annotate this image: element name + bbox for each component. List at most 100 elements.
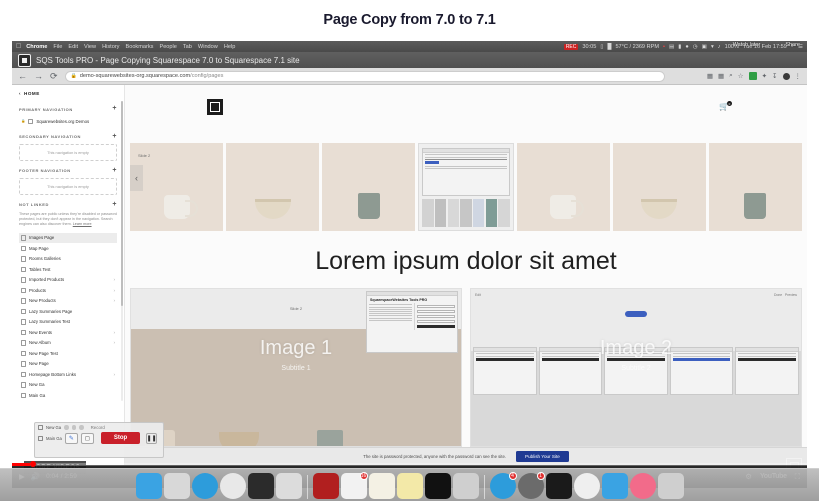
pen-icon[interactable]: ✎ (64, 432, 78, 444)
menu-item-bookmarks[interactable]: Bookmarks (125, 44, 153, 50)
sidebar-item-new-album[interactable]: New Album › (19, 338, 117, 349)
dock-item-system-preferences[interactable]: 1 (517, 472, 545, 499)
back-arrow-icon[interactable]: ← (18, 71, 27, 81)
video-player[interactable]:  Chrome File Edit View History Bookmark… (12, 41, 807, 488)
clock-icon[interactable]: ◷ (693, 44, 698, 50)
gallery-item-mug[interactable]: ‹ Slide 2 (130, 143, 224, 231)
chevron-right-icon[interactable]: › (114, 372, 116, 377)
menu-item-tab[interactable]: Tab (183, 44, 192, 50)
sidebar-item-images-page[interactable]: Images Page (19, 232, 117, 244)
chevron-right-icon[interactable]: › (114, 340, 116, 345)
sidebar-item-imported-products[interactable]: Imported Products › (19, 275, 117, 286)
chevron-left-icon[interactable]: ‹ (130, 165, 143, 191)
menu-item-view[interactable]: View (84, 44, 96, 50)
extension-green-icon[interactable] (748, 72, 757, 80)
extensions-puzzle-icon[interactable]: ✦ (762, 72, 767, 80)
menu-item-people[interactable]: People (159, 44, 176, 50)
sidebar-item-new-page-test[interactable]: New Page Test (19, 348, 117, 359)
sidebar-item-new-page[interactable]: New Page (19, 359, 117, 370)
plus-icon[interactable]: + (112, 133, 117, 140)
dock-item-filezilla[interactable] (312, 473, 339, 499)
gallery-item-bowl-2[interactable] (612, 143, 706, 231)
not-linked-list[interactable]: Images Page Map Page Rooms Galleries Tables… (19, 232, 117, 401)
sidebar-scrollbar[interactable] (121, 101, 123, 401)
dock-item-calendar[interactable]: 16 (340, 472, 368, 499)
reload-icon[interactable]: ⟳ (50, 71, 58, 82)
menu-item-history[interactable]: History (102, 44, 119, 50)
chevron-right-icon[interactable]: › (114, 298, 116, 303)
share-button[interactable]: Share (785, 42, 800, 48)
gallery-item-cup[interactable] (322, 143, 416, 231)
plus-icon[interactable]: + (112, 201, 117, 208)
shopping-cart-icon[interactable]: 🛒 0 (719, 101, 732, 111)
frame-icon[interactable]: ◻ (80, 432, 94, 444)
screen-recorder-widget[interactable]: New Ga Record Main Ga ✎ ◻ Stop ❚❚ (34, 422, 164, 458)
chevron-right-icon[interactable]: › (114, 277, 116, 282)
sidebar-scrollbar-thumb[interactable] (121, 101, 123, 306)
sidebar-item-squarewebsites-demos[interactable]: 🔒 Squarewebsites.org Demos (19, 116, 117, 127)
dock-item-trash[interactable] (657, 473, 684, 499)
address-bar[interactable]: 🔒 demo-squarewebsites-org.squarespace.co… (64, 70, 665, 82)
menu-item-chrome[interactable]: Chrome (26, 44, 47, 50)
plus-icon[interactable]: + (112, 105, 117, 112)
gallery-row[interactable]: ‹ Slide 2 (125, 143, 807, 231)
flag-icon[interactable]: ▣ (702, 44, 707, 50)
sidebar-home-link[interactable]: ‹ HOME (19, 91, 117, 96)
sidebar-item-new-ga[interactable]: New Ga (19, 380, 117, 391)
dock-item-sublime-text[interactable] (247, 473, 274, 499)
dock-item-keynote[interactable] (545, 473, 572, 499)
site-preview[interactable]: 🛒 0 ‹ Slide 2 Lorem ipsum dolor sit amet… (125, 85, 807, 465)
bluetooth-icon[interactable]: ● (685, 44, 688, 50)
sidebar-item-homepage-bottom-links[interactable]: Homepage Bottom Links › (19, 369, 117, 380)
sidebar-item-tables-test[interactable]: Tables Test (19, 264, 117, 275)
forward-arrow-icon[interactable]: → (34, 71, 43, 81)
more-menu-icon[interactable]: ⋮ (795, 72, 802, 80)
battery-icon[interactable]: ▮ (678, 44, 681, 50)
sidebar-item-products[interactable]: Products › (19, 285, 117, 296)
chevron-right-icon[interactable]: › (114, 288, 116, 293)
content-block-image-1[interactable]: Slide 2 SquarespaceWebsites Tools PRO Im… (130, 288, 462, 447)
gallery-item-bowl[interactable] (226, 143, 320, 231)
sidebar-item-new-events[interactable]: New Events › (19, 327, 117, 338)
learn-more-link[interactable]: Learn more (73, 222, 92, 226)
dock-item-preview[interactable] (275, 473, 302, 499)
sidebar-item-lazy-summaries-test[interactable]: Lazy Summaries Test (19, 317, 117, 328)
content-block-image-2[interactable]: Edit Done Preview Image 2 Subtitle 2 (470, 288, 802, 447)
sidebar-item-rooms-galleries[interactable]: Rooms Galleries (19, 254, 117, 265)
printer-icon[interactable]: ▤ (669, 44, 674, 50)
menu-item-file[interactable]: File (53, 44, 62, 50)
dock-item-stickies[interactable] (396, 473, 423, 499)
chevron-right-icon[interactable]: › (114, 330, 116, 335)
display-icon[interactable]: ▯ (600, 44, 603, 50)
youtube-progress-bar[interactable] (12, 461, 807, 467)
macos-dock[interactable]: 16 4 1 (0, 468, 819, 501)
apple-icon[interactable]:  (16, 43, 21, 50)
sidebar-item-lazy-summaries-page[interactable]: Lazy Summaries Page (19, 306, 117, 317)
dock-item-mail[interactable] (601, 473, 628, 499)
gallery-item-cup-2[interactable] (708, 143, 802, 231)
publish-site-button[interactable]: Publish Your Site (516, 451, 569, 462)
dock-item-photos[interactable] (573, 473, 600, 499)
dock-item-notes[interactable] (368, 473, 395, 499)
wifi-icon[interactable]: ▾ (711, 44, 714, 50)
signal-icon[interactable]: █ (607, 44, 611, 50)
plus-icon[interactable]: + (112, 167, 117, 174)
menu-item-help[interactable]: Help (224, 44, 236, 50)
volume-icon[interactable]: ♪ (718, 44, 721, 50)
dock-item-finder[interactable] (135, 473, 162, 499)
dock-item-music[interactable] (629, 473, 656, 499)
dock-item-app-store[interactable]: 4 (489, 472, 517, 499)
squarespace-site-logo[interactable] (207, 99, 223, 115)
bookmark-star-icon[interactable]: ☆ (738, 72, 744, 80)
sidebar-item-new-products[interactable]: New Products › (19, 296, 117, 307)
dock-item-launchpad[interactable] (163, 473, 190, 499)
downloads-icon[interactable]: ↧ (772, 72, 777, 80)
qr-code-icon[interactable]: ▦ (718, 72, 724, 80)
media-cast-icon[interactable]: ▦ (707, 72, 713, 80)
dock-item-safari[interactable] (191, 473, 218, 499)
menu-item-window[interactable]: Window (198, 44, 218, 50)
dock-item-chrome[interactable] (219, 473, 246, 499)
progress-knob[interactable] (30, 461, 37, 467)
gallery-item-mug-2[interactable] (516, 143, 610, 231)
search-icon[interactable]: ⌕ (729, 72, 733, 80)
